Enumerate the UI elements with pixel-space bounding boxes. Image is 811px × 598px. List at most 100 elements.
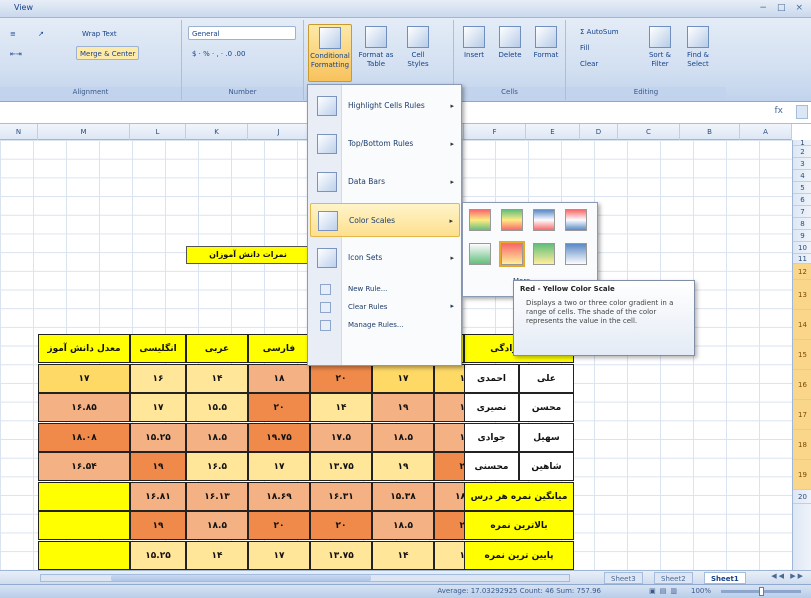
grade-cell[interactable]: ۱۹ xyxy=(130,452,186,481)
clear-button[interactable]: Clear xyxy=(576,56,602,70)
menu-manage-rules[interactable]: Manage Rules... xyxy=(310,317,460,334)
red-yellow-green-scale-icon[interactable] xyxy=(501,209,523,231)
column-header-cell[interactable]: معدل دانش آموز xyxy=(38,334,130,363)
column-header-cell[interactable]: انگلیسی xyxy=(130,334,186,363)
close-icon[interactable]: × xyxy=(795,3,803,13)
conditional-formatting-button[interactable]: Conditional Formatting xyxy=(308,24,352,82)
format-button[interactable]: Format xyxy=(528,24,564,82)
average-cell[interactable]: ۱۷ xyxy=(38,363,130,393)
menu-new-rule[interactable]: New Rule... xyxy=(310,281,460,298)
format-as-table-button[interactable]: Format as Table xyxy=(358,24,394,82)
stat-cell[interactable]: ۱۶.۸۱ xyxy=(130,481,186,511)
fill-button[interactable]: Fill xyxy=(576,40,593,54)
column-header-cell[interactable]: فارسی xyxy=(248,334,310,363)
grade-cell[interactable]: ۱۵.۲۵ xyxy=(130,422,186,452)
column-header[interactable]: B xyxy=(680,124,740,140)
grade-cell[interactable]: ۱۶.۵ xyxy=(186,452,248,481)
menu-clear-rules[interactable]: Clear Rules ▸ xyxy=(310,299,460,316)
column-header-cell[interactable]: عربی xyxy=(186,334,248,363)
grade-cell[interactable]: ۱۹ xyxy=(372,452,434,481)
grade-cell[interactable]: ۱۹ xyxy=(372,393,434,422)
sheet-nav-arrows[interactable]: ◀◀ ▶▶ xyxy=(771,572,805,580)
stat-cell[interactable]: ۲۰ xyxy=(310,511,372,540)
grade-cell[interactable]: ۲۰ xyxy=(310,363,372,393)
grade-cell[interactable]: ۱۴ xyxy=(310,393,372,422)
column-header[interactable]: K xyxy=(186,124,248,140)
average-cell[interactable]: ۱۶.۸۵ xyxy=(38,393,130,422)
menu-highlight-cells-rules[interactable]: Highlight Cells Rules ▸ xyxy=(310,89,460,123)
stat-label-cell[interactable]: میانگین نمره هر درس xyxy=(464,481,574,511)
formula-expand-button[interactable] xyxy=(796,105,808,119)
grade-cell[interactable]: ۱۹.۷۵ xyxy=(248,422,310,452)
maximize-icon[interactable]: □ xyxy=(777,3,786,13)
horizontal-scrollbar[interactable] xyxy=(40,574,570,582)
grade-cell[interactable]: ۱۳.۷۵ xyxy=(310,452,372,481)
align-top-button[interactable]: ≡ xyxy=(6,26,20,40)
blue-white-scale-icon[interactable] xyxy=(565,243,587,265)
green-yellow-red-scale-icon[interactable] xyxy=(469,209,491,231)
first-name-cell[interactable]: شاهین xyxy=(519,452,574,481)
zoom-slider[interactable] xyxy=(721,587,801,596)
grade-cell[interactable]: ۱۷.۵ xyxy=(310,422,372,452)
row-header[interactable]: 5 xyxy=(793,182,811,194)
insert-button[interactable]: Insert xyxy=(456,24,492,82)
stat-cell[interactable]: ۱۹ xyxy=(130,511,186,540)
family-name-cell[interactable]: جوادی xyxy=(464,422,519,452)
tab-sheet2[interactable]: Sheet2 xyxy=(654,572,693,584)
number-symbols[interactable]: $ · % · , · .0 .00 xyxy=(188,46,249,60)
family-name-cell[interactable]: نصیری xyxy=(464,393,519,422)
column-header[interactable]: E xyxy=(526,124,580,140)
cell-styles-button[interactable]: Cell Styles xyxy=(400,24,436,82)
stat-cell[interactable]: ۱۶.۱۳ xyxy=(186,481,248,511)
row-header[interactable]: 14 xyxy=(793,310,811,340)
row-header[interactable]: 19 xyxy=(793,460,811,490)
empty-cell[interactable] xyxy=(38,540,130,570)
stat-cell[interactable]: ۱۸.۵ xyxy=(372,511,434,540)
stat-cell[interactable]: ۱۶.۳۱ xyxy=(310,481,372,511)
stat-label-cell[interactable]: بالاترین نمره xyxy=(464,511,574,540)
zoom-level[interactable]: 100% xyxy=(691,587,711,595)
menu-icon-sets[interactable]: Icon Sets ▸ xyxy=(310,241,460,275)
wrap-text-button[interactable]: Wrap Text xyxy=(78,26,121,40)
grade-cell[interactable]: ۱۷ xyxy=(372,363,434,393)
menu-color-scales[interactable]: Color Scales ▸ xyxy=(310,203,460,237)
row-header[interactable]: 8 xyxy=(793,218,811,230)
grade-cell[interactable]: ۱۸.۵ xyxy=(186,422,248,452)
grade-cell[interactable]: ۱۸.۵ xyxy=(372,422,434,452)
sort-filter-button[interactable]: Sort & Filter xyxy=(642,24,678,82)
row-header[interactable]: 20 xyxy=(793,490,811,504)
row-header[interactable]: 10 xyxy=(793,242,811,254)
family-name-cell[interactable]: محسنی xyxy=(464,452,519,481)
row-header[interactable]: 2 xyxy=(793,146,811,158)
grade-cell[interactable]: ۱۷ xyxy=(248,452,310,481)
column-header[interactable]: L xyxy=(130,124,186,140)
menu-data-bars[interactable]: Data Bars ▸ xyxy=(310,165,460,199)
view-buttons[interactable]: ▣▤▥ xyxy=(649,587,681,595)
row-header[interactable]: 7 xyxy=(793,206,811,218)
grade-cell[interactable]: ۱۵.۵ xyxy=(186,393,248,422)
stat-cell[interactable]: ۱۳.۷۵ xyxy=(310,540,372,570)
row-header[interactable]: 6 xyxy=(793,194,811,206)
row-header[interactable]: 12 xyxy=(793,264,811,280)
empty-cell[interactable] xyxy=(38,481,130,511)
column-header[interactable]: N xyxy=(0,124,38,140)
sheet-title-cell[interactable]: نمرات دانش آموزان xyxy=(186,246,310,264)
indent-button[interactable]: ⇤⇥ xyxy=(6,46,26,60)
row-header[interactable]: 13 xyxy=(793,280,811,310)
number-format-select[interactable]: General xyxy=(188,26,296,40)
column-header[interactable]: D xyxy=(580,124,618,140)
empty-cell[interactable] xyxy=(38,511,130,540)
row-header[interactable]: 9 xyxy=(793,230,811,242)
grade-cell[interactable]: ۲۰ xyxy=(248,393,310,422)
row-header[interactable]: 16 xyxy=(793,370,811,400)
green-white-scale-icon[interactable] xyxy=(469,243,491,265)
row-header[interactable]: 4 xyxy=(793,170,811,182)
stat-cell[interactable]: ۲۰ xyxy=(248,511,310,540)
column-header[interactable]: M xyxy=(38,124,130,140)
tab-sheet1[interactable]: Sheet1 xyxy=(704,572,746,584)
family-name-cell[interactable]: احمدی xyxy=(464,363,519,393)
red-yellow-scale-icon[interactable] xyxy=(499,241,525,267)
scroll-thumb[interactable] xyxy=(111,575,371,581)
average-cell[interactable]: ۱۶.۵۴ xyxy=(38,452,130,481)
first-name-cell[interactable]: علی xyxy=(519,363,574,393)
